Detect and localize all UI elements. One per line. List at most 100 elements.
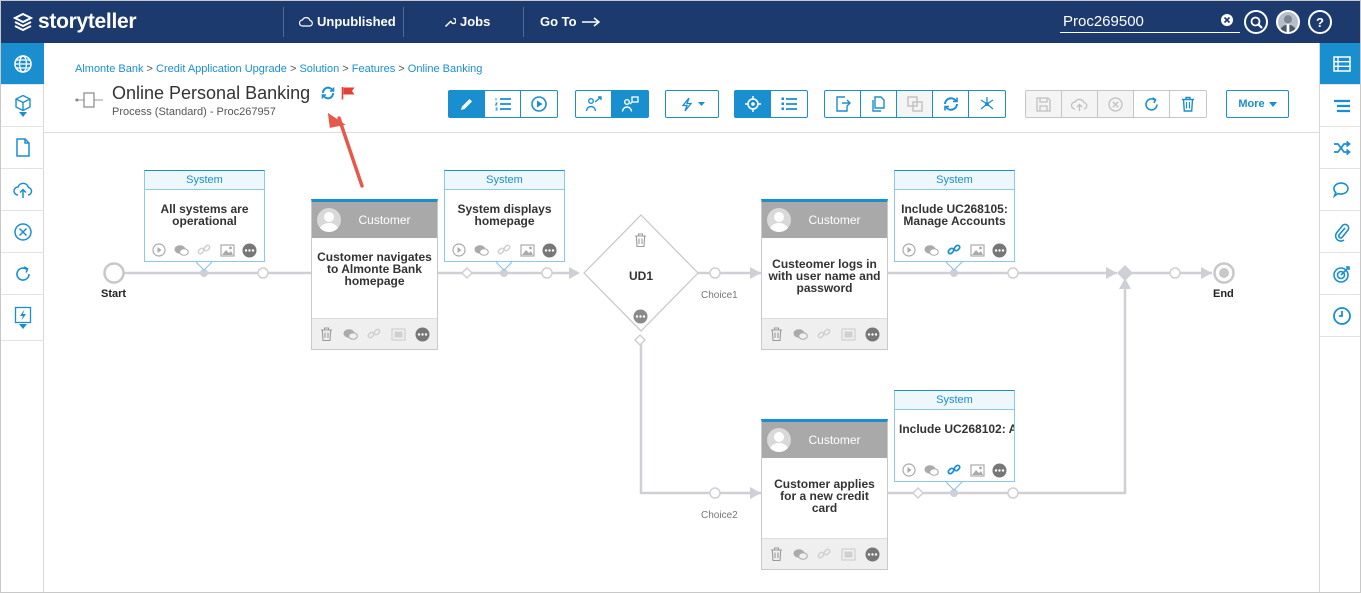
breadcrumb-item[interactable]: Almonte Bank [75,63,143,75]
link-icon[interactable] [947,243,962,258]
comment-icon[interactable] [924,463,940,478]
delete-button[interactable] [1170,91,1206,117]
system-task-4[interactable]: System Include UC268102: Apply for Credi… [894,390,1015,482]
comment-icon[interactable] [793,327,808,342]
edit-mode-button[interactable] [449,91,485,117]
logo[interactable]: storyteller [13,10,137,34]
search-input[interactable]: Proc269500 [1060,11,1240,33]
globe-icon[interactable] [1,43,44,85]
system-task-1[interactable]: System All systems are operational [144,170,265,262]
cloud-upload-icon [1071,98,1088,111]
cube-icon[interactable] [1,85,44,127]
avatar[interactable] [1276,10,1300,34]
sync-icon[interactable] [321,86,335,100]
document-icon[interactable] [1,127,44,169]
list-icon[interactable] [1320,85,1360,127]
network-button[interactable] [969,91,1005,117]
unpublished-button[interactable]: Unpublished [299,14,396,29]
comment-icon[interactable] [793,547,808,562]
customer-task-1[interactable]: Customer Customer navigates to Almonte B… [311,199,438,350]
breadcrumb-item[interactable]: Solution [299,63,339,75]
shuffle-icon[interactable] [1320,127,1360,169]
more-options-icon[interactable] [865,327,880,342]
system-task-3[interactable]: System Include UC268105: Manage Accounts [894,170,1015,262]
link-icon[interactable] [497,243,512,258]
generate-button[interactable] [666,91,718,117]
customer-task-3[interactable]: Customer Customer applies for a new cred… [761,419,888,570]
breadcrumb-item[interactable]: Credit Application Upgrade [156,63,287,75]
link-icon[interactable] [817,327,832,342]
choice2-label[interactable]: Choice2 [701,510,738,521]
trash-icon[interactable] [319,327,334,342]
flag-icon[interactable] [341,86,356,100]
chat-icon[interactable] [1320,169,1360,211]
link-icon[interactable] [197,243,212,258]
image-icon[interactable] [219,243,235,258]
play-icon[interactable] [152,243,167,258]
image-icon[interactable] [969,463,985,478]
play-icon[interactable] [902,463,917,478]
more-options-icon[interactable] [242,243,257,258]
breadcrumb-item[interactable]: Features [352,63,395,75]
goto-button[interactable]: Go To [540,14,601,29]
lightning-icon[interactable] [1,295,44,341]
save-button[interactable] [1026,91,1062,117]
grid-list-icon[interactable] [1320,43,1360,85]
trash-icon[interactable] [634,233,647,247]
more-options-icon[interactable] [415,327,430,342]
more-options-icon[interactable] [865,547,880,562]
document-image-icon[interactable] [841,327,856,342]
play-button[interactable] [521,91,557,117]
export-button[interactable] [825,91,861,117]
header-area: Almonte Bank > Credit Application Upgrad… [44,43,1319,188]
link-icon[interactable] [367,327,382,342]
user-story-button[interactable] [576,91,612,117]
more-options-icon[interactable] [633,309,648,324]
choice1-label[interactable]: Choice1 [701,290,738,301]
duplicate-button[interactable] [897,91,933,117]
document-image-icon[interactable] [391,327,406,342]
checklist-button[interactable] [771,91,807,117]
refresh-icon[interactable] [1,253,44,295]
publish-button[interactable] [1062,91,1098,117]
target-icon[interactable] [1320,253,1360,295]
trash-icon[interactable] [769,547,784,562]
link-icon[interactable] [817,547,832,562]
comment-icon[interactable] [474,243,490,258]
paperclip-icon[interactable] [1320,211,1360,253]
comment-icon[interactable] [174,243,190,258]
more-options-icon[interactable] [542,243,557,258]
link-icon[interactable] [947,463,962,478]
refresh-button[interactable] [1134,91,1170,117]
customer-task-2[interactable]: Customer Custeomer logs in with user nam… [761,199,888,350]
play-icon[interactable] [452,243,467,258]
image-icon[interactable] [519,243,535,258]
comment-icon[interactable] [343,327,358,342]
trash-icon[interactable] [769,327,784,342]
help-button[interactable]: ? [1308,10,1332,34]
image-icon[interactable] [969,243,985,258]
more-button[interactable]: More [1226,90,1289,118]
list-view-button[interactable] [485,91,521,117]
document-image-icon[interactable] [841,547,856,562]
play-icon[interactable] [902,243,917,258]
jobs-button[interactable]: Jobs [444,14,490,29]
focus-button[interactable] [735,91,771,117]
copy-button[interactable] [861,91,897,117]
cancel-circle-icon[interactable] [1,211,44,253]
discard-button[interactable] [1098,91,1134,117]
generate-dropdown[interactable] [665,90,719,118]
breadcrumb-item[interactable]: Online Banking [408,63,483,75]
more-options-icon[interactable] [992,243,1007,258]
more-options-icon[interactable] [992,463,1007,478]
sync-button[interactable] [933,91,969,117]
system-task-2[interactable]: System System displays homepage [444,170,565,262]
task-text: Include UC268105: Manage Accounts [901,202,1008,228]
comment-icon[interactable] [924,243,940,258]
task-actions [762,318,887,349]
history-icon[interactable] [1320,295,1360,337]
clear-search-icon[interactable] [1221,14,1233,29]
cloud-upload-icon[interactable] [1,169,44,211]
user-system-button[interactable] [612,91,648,117]
search-button[interactable] [1244,10,1268,34]
